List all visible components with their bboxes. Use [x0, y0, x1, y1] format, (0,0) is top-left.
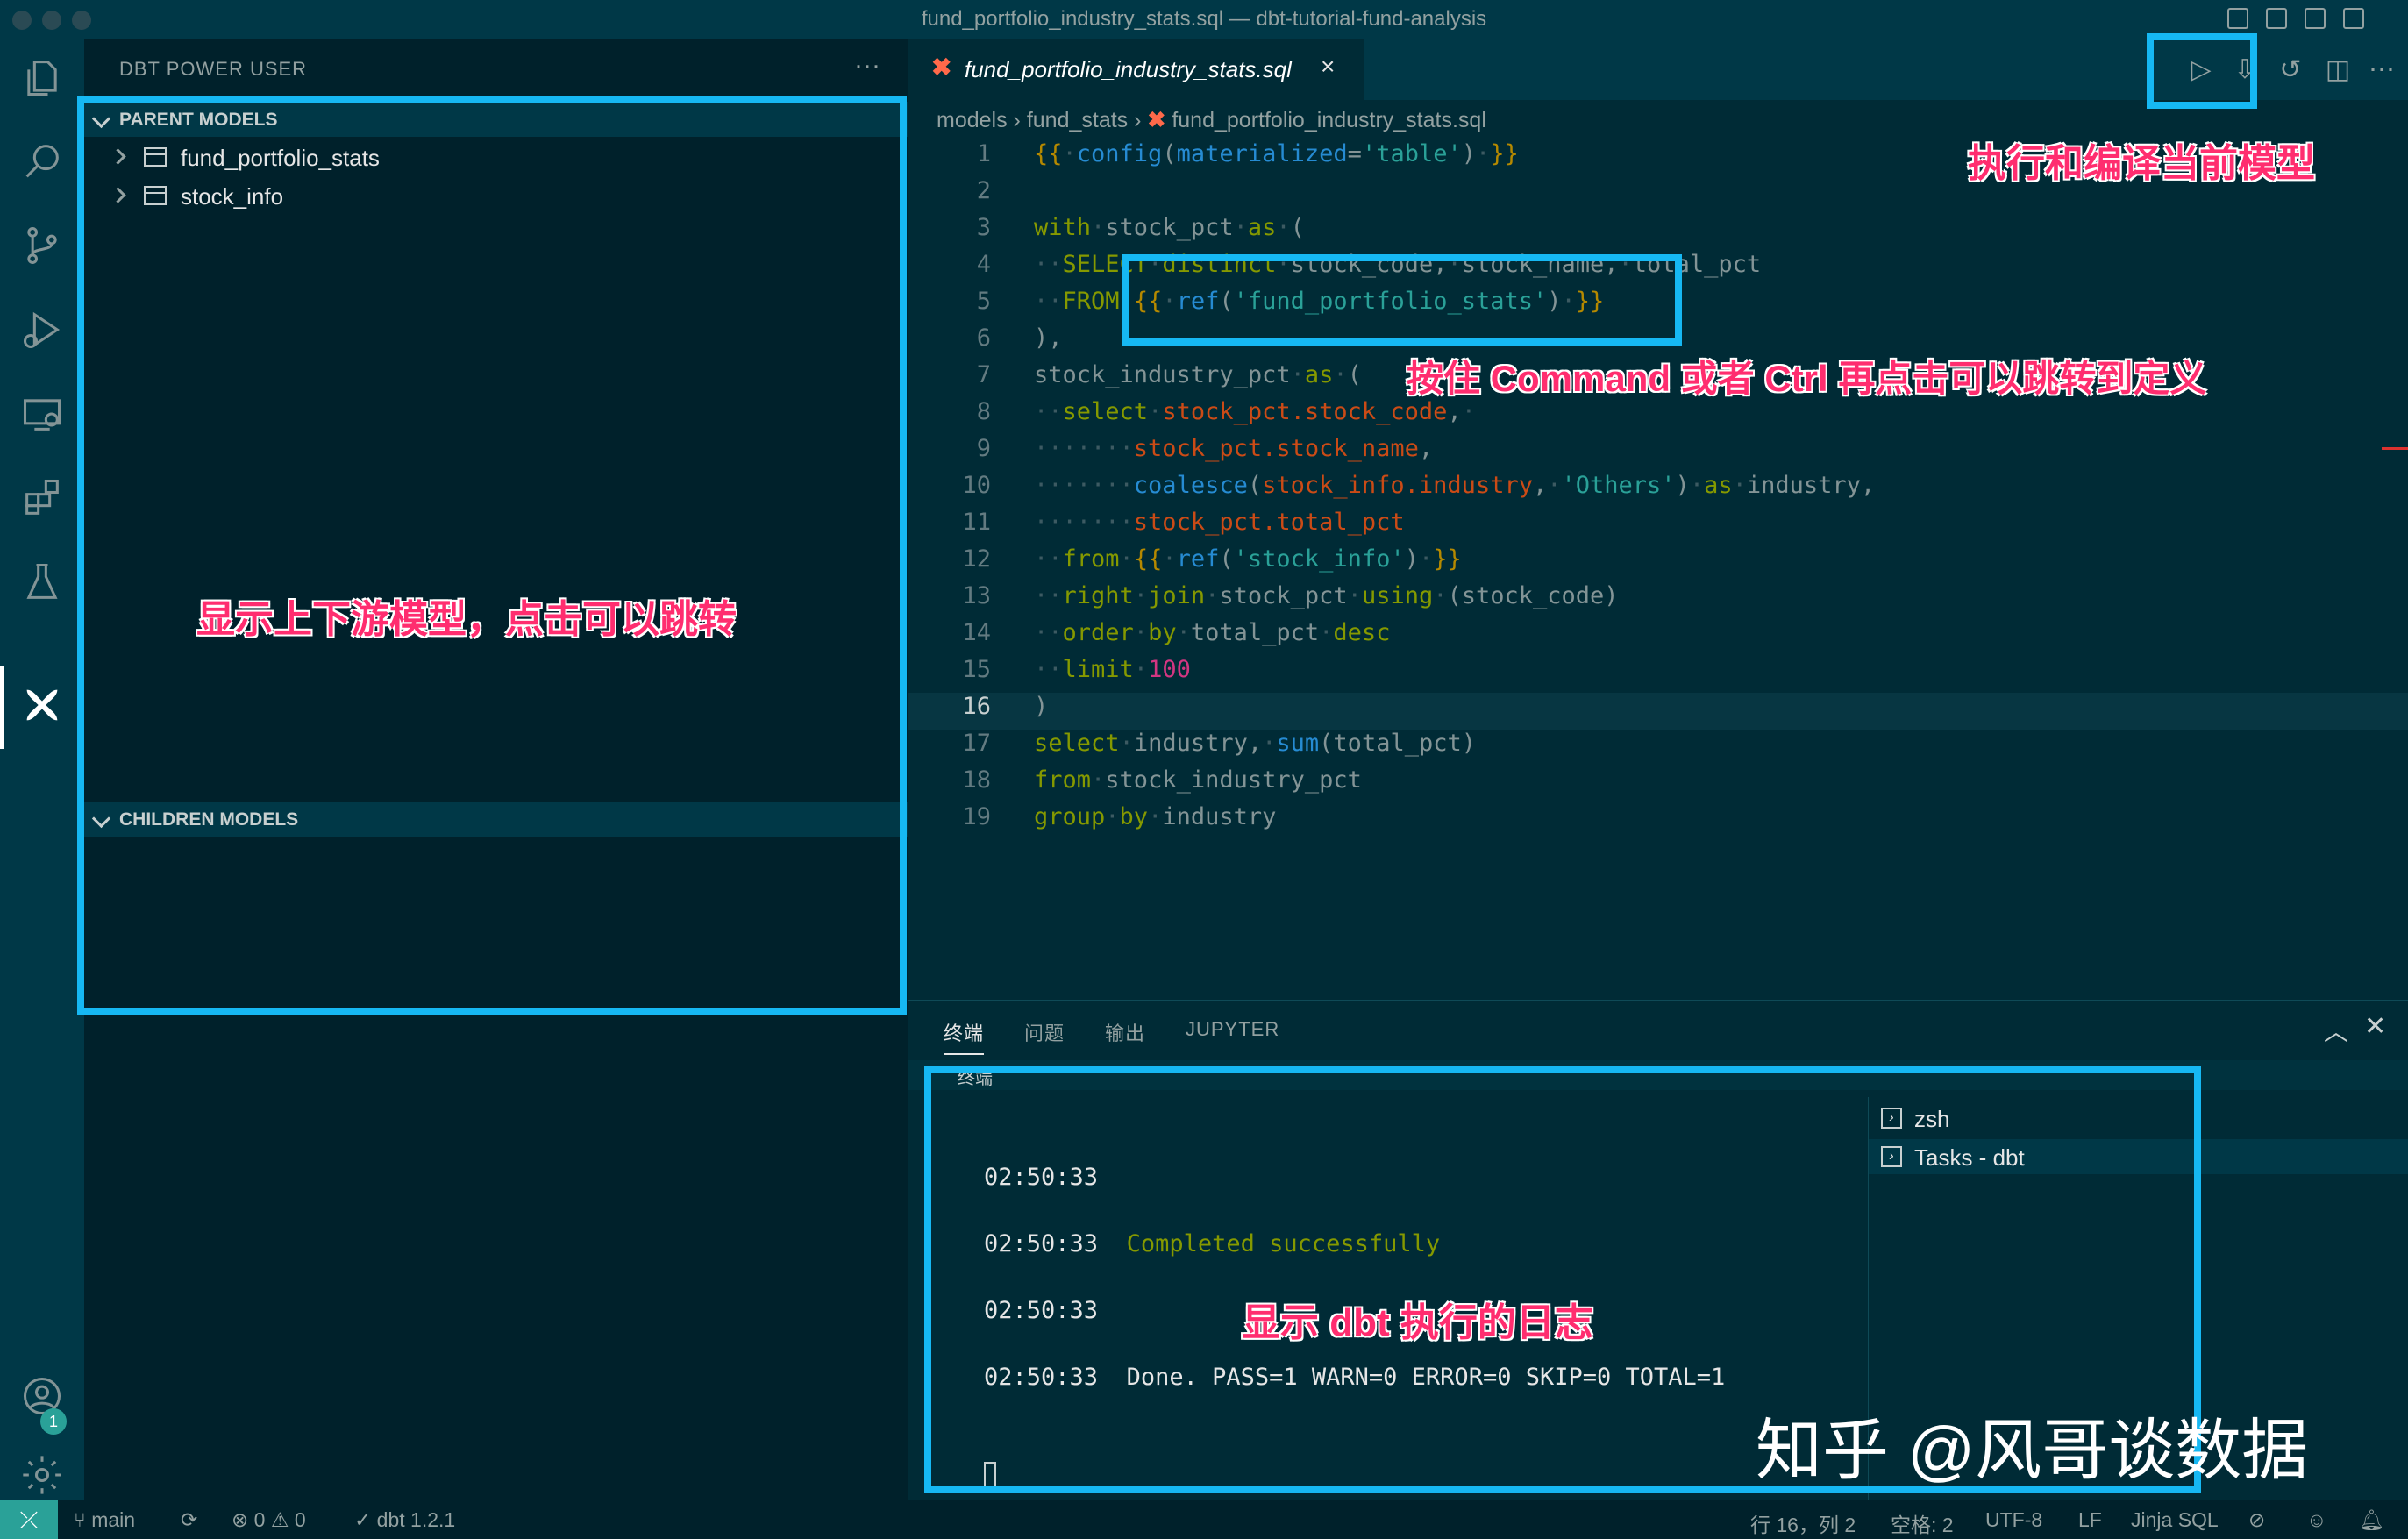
- code-line-1: {{·config(materialized='table')·}}: [1034, 140, 1519, 167]
- code-line-17: select·industry,·sum(total_pct): [1034, 730, 1476, 757]
- sidebar-more-actions[interactable]: ···: [854, 51, 880, 81]
- remote-indicator-icon[interactable]: ⤫: [0, 1500, 58, 1539]
- breadcrumb-file[interactable]: fund_portfolio_industry_stats.sql: [1172, 108, 1486, 132]
- code-line-12: ··from·{{·ref('stock_info')·}}: [1034, 545, 1462, 573]
- line-number: 14: [962, 619, 991, 646]
- code-line-19: group·by·industry: [1034, 803, 1277, 830]
- annotation-log: 显示 dbt 执行的日志: [1242, 1301, 1593, 1344]
- line-number: 3: [976, 214, 991, 241]
- line-number: 19: [962, 803, 991, 830]
- timeline-history-icon[interactable]: ↺: [2273, 53, 2308, 88]
- account-badge: 1: [40, 1408, 67, 1435]
- title-bar: fund_portfolio_industry_stats.sql — dbt-…: [0, 0, 2408, 39]
- dbt-file-icon: ✖: [1147, 108, 1166, 132]
- feedback-icon[interactable]: ☺: [2306, 1508, 2326, 1532]
- watermark: 知乎 @风哥谈数据: [1756, 1414, 2309, 1488]
- run-debug-icon[interactable]: [19, 307, 65, 353]
- tab-fund-portfolio-industry-stats[interactable]: ✖ fund_portfolio_industry_stats.sql ×: [908, 39, 1364, 100]
- code-line-14: ··order·by·total_pct·desc: [1034, 619, 1391, 646]
- language-mode[interactable]: Jinja SQL: [2131, 1508, 2219, 1532]
- remote-explorer-icon[interactable]: [19, 391, 65, 437]
- source-control-icon[interactable]: [19, 223, 65, 268]
- line-number: 5: [976, 288, 991, 315]
- no-connection-icon[interactable]: ⊘: [2248, 1508, 2265, 1532]
- toggle-sidebar-icon[interactable]: [2227, 8, 2248, 29]
- dbt-file-icon: ✖: [931, 53, 952, 81]
- tab-problems[interactable]: 问题: [1024, 1018, 1065, 1046]
- line-number: 17: [962, 730, 991, 757]
- annotation-jump-definition: 按住 Command 或者 Ctrl 再点击可以跳转到定义: [1407, 358, 2207, 399]
- dbt-icon[interactable]: [19, 682, 65, 728]
- notifications-bell-icon[interactable]: 🔔︎: [2359, 1508, 2384, 1532]
- line-number: 9: [976, 435, 991, 462]
- cursor-position[interactable]: 行 16，列 2: [1750, 1508, 1856, 1538]
- testing-icon[interactable]: [19, 559, 65, 605]
- settings-gear-icon[interactable]: [19, 1452, 65, 1498]
- code-line-9: ·······stock_pct.stock_name,: [1034, 435, 1434, 462]
- minimap-error-marker: [2382, 447, 2408, 450]
- code-line-13: ··right·join·stock_pct·using·(stock_code…: [1034, 582, 1619, 609]
- extensions-icon[interactable]: [19, 475, 65, 521]
- toggle-panel-icon[interactable]: [2266, 8, 2287, 29]
- breadcrumb-separator-icon: ›: [1013, 108, 1027, 132]
- end-of-line[interactable]: LF: [2078, 1508, 2102, 1532]
- breadcrumb-folder-fund-stats[interactable]: fund_stats: [1027, 108, 1128, 132]
- line-number: 18: [962, 766, 991, 794]
- breadcrumb-folder-models[interactable]: models: [937, 108, 1008, 132]
- line-number: 11: [962, 509, 991, 536]
- code-line-3: with·stock_pct·as·(: [1034, 214, 1305, 241]
- files-icon[interactable]: [19, 54, 65, 100]
- line-number: 15: [962, 656, 991, 683]
- breadcrumb: models › fund_stats › ✖ fund_portfolio_i…: [937, 107, 1486, 133]
- code-line-18: from·stock_industry_pct: [1034, 766, 1362, 794]
- maximize-panel-icon[interactable]: ︿: [2324, 1013, 2348, 1048]
- sidebar-title: DBT POWER USER: [119, 58, 308, 80]
- code-line-15: ··limit·100: [1034, 656, 1191, 683]
- breadcrumb-separator-icon: ›: [1134, 108, 1148, 132]
- code-line-10: ·······coalesce(stock_info.industry,·'Ot…: [1034, 472, 1876, 499]
- line-number: 1: [976, 140, 991, 167]
- line-number: 10: [962, 472, 991, 499]
- dbt-version[interactable]: ✓ dbt 1.2.1: [354, 1508, 455, 1532]
- highlight-ref-code: [1122, 254, 1682, 346]
- line-number: 8: [976, 398, 991, 425]
- window-title: fund_portfolio_industry_stats.sql — dbt-…: [921, 7, 1487, 31]
- code-line-16: ): [1034, 693, 1049, 720]
- encoding[interactable]: UTF-8: [1985, 1508, 2042, 1532]
- line-number: 16: [962, 693, 991, 720]
- line-number: 2: [976, 177, 991, 204]
- editor-more-icon[interactable]: ⋯: [2364, 53, 2399, 88]
- tab-close-icon[interactable]: ×: [1321, 53, 1335, 81]
- active-view-indicator: [0, 666, 4, 749]
- line-number: 12: [962, 545, 991, 573]
- annotation-run-compile: 执行和编译当前模型: [1968, 142, 2315, 185]
- annotation-lineage: 显示上下游模型，点击可以跳转: [196, 598, 737, 641]
- close-panel-icon[interactable]: ✕: [2364, 1011, 2386, 1042]
- tab-terminal[interactable]: 终端: [944, 1018, 985, 1055]
- branch-indicator[interactable]: ⑂ main: [74, 1508, 135, 1532]
- line-number: 13: [962, 582, 991, 609]
- split-editor-icon[interactable]: ◫: [2320, 53, 2355, 88]
- tab-output[interactable]: 输出: [1105, 1018, 1145, 1046]
- line-number: 6: [976, 324, 991, 352]
- search-icon[interactable]: [19, 139, 65, 184]
- indentation[interactable]: 空格: 2: [1891, 1508, 1954, 1538]
- line-number: 7: [976, 361, 991, 388]
- tab-label: fund_portfolio_industry_stats.sql: [965, 56, 1292, 82]
- tab-jupyter[interactable]: JUPYTER: [1186, 1018, 1279, 1041]
- problems-indicator[interactable]: ⊗ 0 ⚠ 0: [232, 1508, 306, 1532]
- activity-bar: 1: [0, 39, 84, 1500]
- toggle-secondary-sidebar-icon[interactable]: [2305, 8, 2326, 29]
- line-number: 4: [976, 251, 991, 278]
- customize-layout-icon[interactable]: [2343, 8, 2364, 29]
- highlight-run-buttons: [2147, 33, 2257, 109]
- highlight-lineage-panel: [77, 96, 907, 1015]
- status-bar: ⤫ ⑂ main ⟳ ⊗ 0 ⚠ 0 ✓ dbt 1.2.1 行 16，列 2 …: [0, 1500, 2408, 1539]
- code-line-6: ),: [1034, 324, 1063, 352]
- sync-icon[interactable]: ⟳: [181, 1508, 197, 1532]
- code-line-7: stock_industry_pct·as·(: [1034, 361, 1362, 388]
- code-line-11: ·······stock_pct.total_pct: [1034, 509, 1405, 536]
